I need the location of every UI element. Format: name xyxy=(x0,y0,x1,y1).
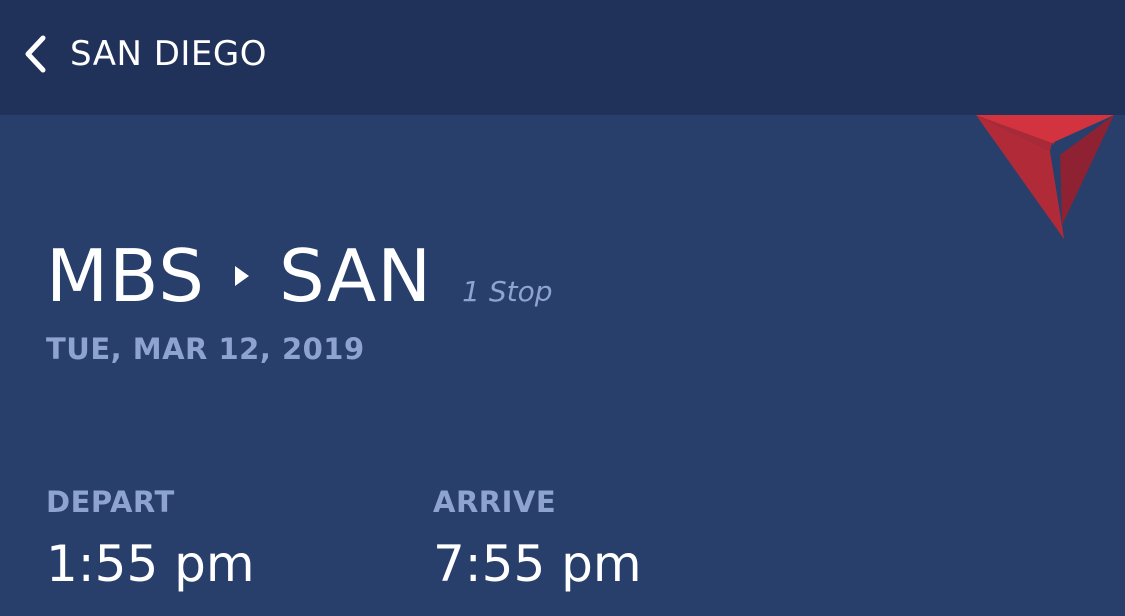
depart-label: DEPART xyxy=(46,485,175,519)
widget-logo-icon xyxy=(976,115,1114,239)
flight-card-screen: SAN DIEGO MBS SAN 1 Stop TUE, MAR 12, 20… xyxy=(0,0,1125,616)
arrive-time: 7:55 pm xyxy=(433,535,642,593)
destination-airport-code: SAN xyxy=(278,234,433,318)
origin-airport-code: MBS xyxy=(46,234,205,318)
arrive-label: ARRIVE xyxy=(433,485,557,519)
stops-count: 1 Stop xyxy=(462,275,553,308)
depart-section: DEPART 1:55 pm xyxy=(46,484,255,594)
nav-title[interactable]: SAN DIEGO xyxy=(70,32,267,76)
navigation-bar: SAN DIEGO xyxy=(0,0,1125,115)
chevron-left-icon[interactable] xyxy=(22,34,48,74)
back-button[interactable]: SAN DIEGO xyxy=(22,32,267,76)
arrive-section: ARRIVE 7:55 pm xyxy=(433,484,642,594)
play-arrow-icon xyxy=(234,266,249,286)
flight-date: TUE, MAR 12, 2019 xyxy=(46,332,365,366)
route-heading: MBS SAN 1 Stop xyxy=(46,232,552,320)
depart-time: 1:55 pm xyxy=(46,535,255,593)
